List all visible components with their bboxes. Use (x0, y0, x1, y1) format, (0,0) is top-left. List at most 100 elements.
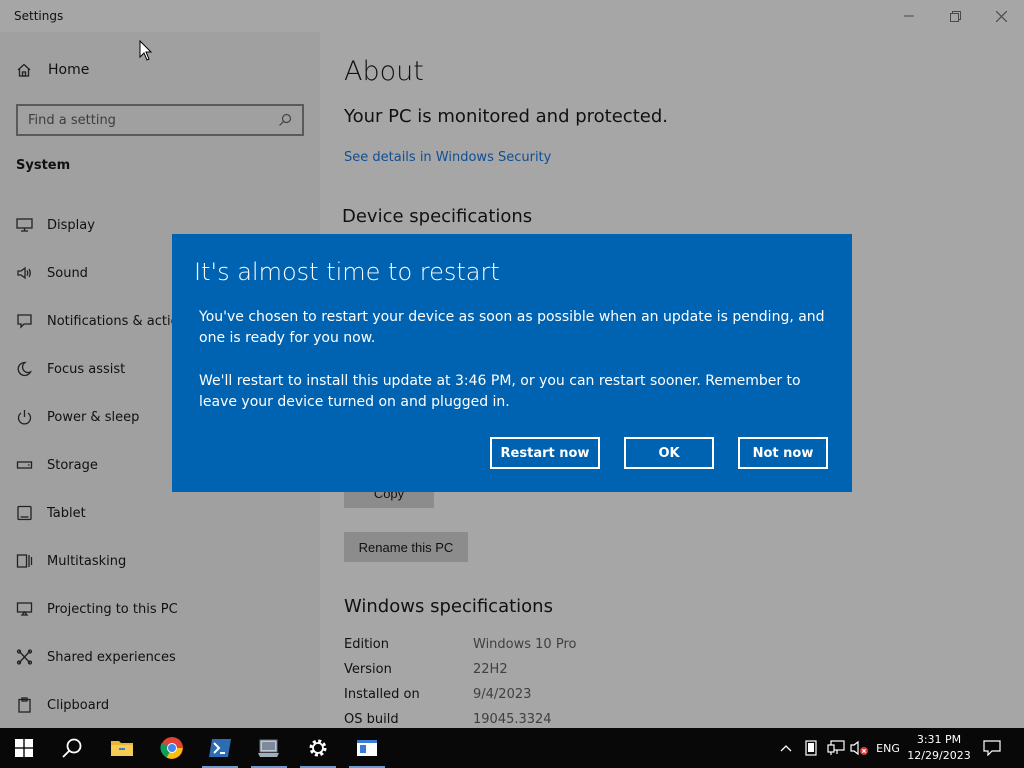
sidebar-item-clipboard[interactable]: Clipboard (0, 681, 320, 728)
powershell-icon (209, 739, 231, 757)
minimize-button[interactable] (886, 0, 932, 32)
clock-date: 12/29/2023 (907, 749, 971, 762)
window-controls (886, 0, 1024, 32)
protection-status: Your PC is monitored and protected. (344, 106, 668, 127)
volume-button[interactable] (848, 728, 872, 768)
windows-specs-heading: Windows specifications (344, 596, 553, 617)
rename-pc-button[interactable]: Rename this PC (344, 532, 468, 562)
spec-key: OS build (344, 712, 399, 727)
taskbar-window-app[interactable] (343, 728, 391, 768)
ok-button[interactable]: OK (624, 437, 714, 469)
start-button[interactable] (0, 728, 48, 768)
mouse-cursor-icon (139, 40, 153, 61)
sidebar-item-label: Focus assist (47, 361, 126, 377)
title-bar: Settings (0, 0, 1024, 32)
close-button[interactable] (978, 0, 1024, 32)
sidebar-item-label: Tablet (47, 505, 86, 521)
sidebar-item-label: Shared experiences (47, 649, 176, 665)
app-title: Settings (14, 9, 64, 23)
search-icon (62, 738, 82, 758)
search-icon[interactable] (278, 113, 292, 127)
sidebar-item-projecting[interactable]: Projecting to this PC (0, 585, 320, 633)
clipboard-icon (18, 697, 31, 713)
shared-experiences-icon (16, 649, 33, 665)
tray-app-button[interactable] (800, 728, 822, 768)
sidebar-item-label: Storage (47, 457, 98, 473)
taskbar-settings[interactable] (294, 728, 342, 768)
multitasking-icon (16, 554, 33, 568)
moon-icon (17, 361, 33, 377)
network-button[interactable] (824, 728, 848, 768)
system-app-icon (258, 739, 279, 757)
display-icon (16, 218, 33, 232)
input-language[interactable]: ENG (872, 728, 904, 768)
sidebar-item-label: Clipboard (47, 697, 110, 713)
spec-value: Windows 10 Pro (473, 637, 577, 652)
taskbar-search-button[interactable] (48, 728, 96, 768)
spec-value: 22H2 (473, 662, 508, 677)
windows-logo-icon (15, 739, 33, 757)
clock-time: 3:31 PM (916, 733, 962, 746)
restore-button[interactable] (932, 0, 978, 32)
taskbar-system-app[interactable] (245, 728, 293, 768)
windows-security-link[interactable]: See details in Windows Security (344, 150, 551, 165)
sidebar-item-multitasking[interactable]: Multitasking (0, 537, 320, 585)
notifications-icon (983, 740, 1001, 756)
taskbar-chrome[interactable] (148, 728, 196, 768)
restart-now-button[interactable]: Restart now (490, 437, 600, 469)
home-label: Home (48, 62, 90, 78)
folder-icon (111, 741, 133, 756)
network-icon (827, 740, 845, 755)
sidebar-item-shared-experiences[interactable]: Shared experiences (0, 633, 320, 681)
show-hidden-icons-button[interactable] (776, 728, 796, 768)
power-icon (17, 410, 32, 425)
action-center-button[interactable] (976, 728, 1008, 768)
window-app-icon (357, 740, 377, 756)
spec-key: Installed on (344, 687, 420, 702)
restore-icon (949, 10, 961, 22)
page-title: About (344, 56, 424, 87)
windows-specs-table: Edition Windows 10 Pro Version 22H2 Inst… (344, 637, 576, 728)
spec-row: OS build 19045.3324 (344, 712, 576, 728)
spec-row: Installed on 9/4/2023 (344, 687, 576, 712)
taskbar-clock[interactable]: 3:31 PM 12/29/2023 (906, 732, 972, 764)
projecting-icon (16, 602, 33, 616)
sidebar-item-label: Multitasking (47, 553, 127, 569)
dialog-message-1: You've chosen to restart your device as … (199, 309, 825, 346)
taskbar-powershell[interactable] (196, 728, 244, 768)
not-now-button[interactable]: Not now (738, 437, 828, 469)
spec-key: Edition (344, 637, 389, 652)
spec-row: Version 22H2 (344, 662, 576, 687)
home-nav-item[interactable]: Home (16, 62, 89, 78)
tray-app-icon (805, 740, 817, 756)
device-specs-heading: Device specifications (342, 206, 533, 227)
minimize-icon (904, 15, 914, 17)
spec-value: 19045.3324 (473, 712, 552, 727)
gear-icon (309, 739, 327, 757)
dialog-title: It's almost time to restart (194, 258, 500, 286)
restart-dialog: It's almost time to restart You've chose… (172, 234, 852, 492)
storage-icon (16, 461, 33, 469)
notifications-icon (17, 314, 32, 329)
sidebar-item-tablet[interactable]: Tablet (0, 489, 320, 537)
tablet-icon (17, 505, 32, 521)
spec-value: 9/4/2023 (473, 687, 532, 702)
spec-key: Version (344, 662, 392, 677)
sidebar-item-label: Power & sleep (47, 409, 140, 425)
section-label: System (16, 158, 71, 173)
volume-muted-icon (850, 740, 868, 756)
search-box[interactable] (16, 104, 304, 136)
taskbar-file-explorer[interactable] (98, 728, 146, 768)
sidebar-item-label: Display (47, 217, 95, 233)
chevron-up-icon (780, 745, 792, 752)
sound-icon (17, 266, 31, 280)
sidebar-item-label: Projecting to this PC (47, 601, 178, 617)
home-icon (17, 63, 31, 77)
sidebar-item-label: Sound (47, 265, 88, 281)
spec-row: Edition Windows 10 Pro (344, 637, 576, 662)
search-input[interactable] (28, 112, 278, 128)
close-icon (995, 10, 1007, 22)
taskbar: ENG 3:31 PM 12/29/2023 (0, 728, 1024, 768)
chrome-icon (160, 737, 183, 759)
dialog-message-2: We'll restart to install this update at … (199, 373, 801, 410)
